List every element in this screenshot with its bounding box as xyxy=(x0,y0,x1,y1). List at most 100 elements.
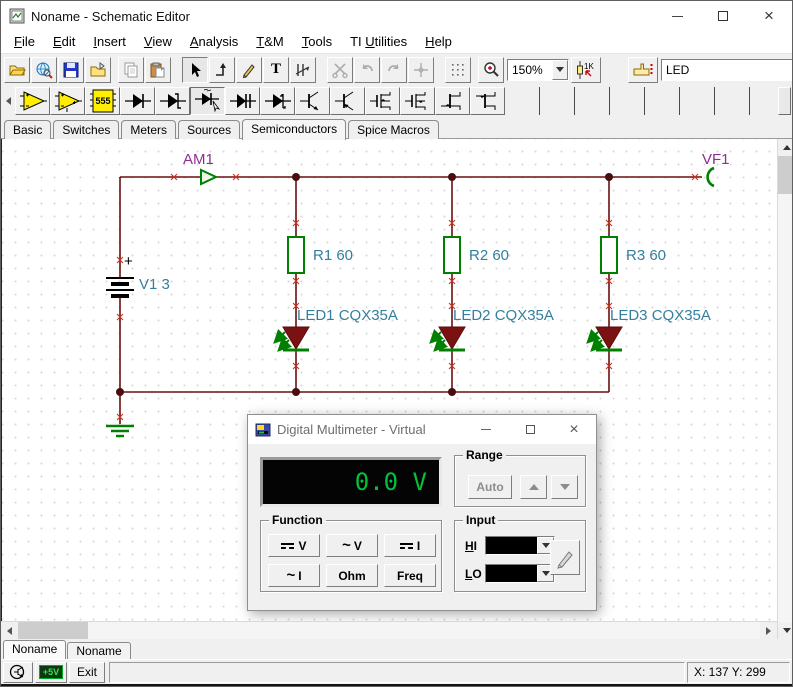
menu-view[interactable]: View xyxy=(135,31,181,53)
menu-insert[interactable]: Insert xyxy=(84,31,135,53)
ground-symbol[interactable] xyxy=(106,426,134,436)
pmos-button[interactable] xyxy=(400,87,435,115)
interactive-mode-button[interactable] xyxy=(628,57,658,83)
component-value-button[interactable]: 1K xyxy=(571,57,601,83)
range-down-button[interactable] xyxy=(551,475,578,499)
jfet-p-button[interactable] xyxy=(470,87,505,115)
menu-help[interactable]: Help xyxy=(416,31,461,53)
led-button[interactable] xyxy=(190,87,225,115)
select-tool-button[interactable] xyxy=(182,57,208,83)
resistor-r2[interactable] xyxy=(444,237,460,273)
doc-tab-noname-1[interactable]: Noname xyxy=(3,640,66,659)
tab-basic[interactable]: Basic xyxy=(4,120,51,139)
schottky-diode-button[interactable] xyxy=(260,87,295,115)
scroll-down-button[interactable] xyxy=(778,622,793,639)
vertical-scrollbar[interactable] xyxy=(777,139,793,639)
npn-transistor-button[interactable] xyxy=(295,87,330,115)
opamp-button[interactable] xyxy=(15,87,50,115)
ac-current-button[interactable]: ~ I xyxy=(268,564,320,587)
menu-tools[interactable]: Tools xyxy=(293,31,341,53)
crosshair-button[interactable] xyxy=(408,57,434,83)
vertical-scroll-track[interactable] xyxy=(778,194,793,622)
horizontal-scrollbar[interactable] xyxy=(1,621,777,639)
grid-toggle-button[interactable] xyxy=(445,57,471,83)
open-button[interactable] xyxy=(4,57,30,83)
nmos-button[interactable] xyxy=(365,87,400,115)
zoom-level-dropdown[interactable] xyxy=(552,60,568,80)
horizontal-scroll-track[interactable] xyxy=(88,622,760,639)
redo-button[interactable] xyxy=(381,57,407,83)
multimeter-title-bar[interactable]: Digital Multimeter - Virtual × xyxy=(248,415,596,444)
tab-semiconductors[interactable]: Semiconductors xyxy=(242,119,346,140)
wires[interactable] xyxy=(120,177,702,424)
ammeter-am1[interactable] xyxy=(201,170,216,184)
undo-button[interactable] xyxy=(354,57,380,83)
tab-sources[interactable]: Sources xyxy=(178,120,240,139)
battery-v1[interactable] xyxy=(106,278,134,296)
zoom-level-select[interactable]: 150% xyxy=(507,59,569,81)
voltage-probe-vf1[interactable] xyxy=(708,168,714,186)
input-hi-select[interactable] xyxy=(485,536,555,555)
tab-spice-macros[interactable]: Spice Macros xyxy=(348,120,439,139)
tab-meters[interactable]: Meters xyxy=(121,120,176,139)
menu-file[interactable]: File xyxy=(5,31,44,53)
menu-analysis[interactable]: Analysis xyxy=(181,31,247,53)
schematic-canvas[interactable]: + xyxy=(1,139,777,621)
minimize-button[interactable] xyxy=(654,1,700,31)
multimeter-close-button[interactable]: × xyxy=(552,415,596,444)
range-up-button[interactable] xyxy=(520,475,547,499)
scroll-left-button[interactable] xyxy=(1,622,18,639)
scroll-up-button[interactable] xyxy=(778,139,793,156)
scroll-right-button[interactable] xyxy=(760,622,777,639)
cut-button[interactable] xyxy=(327,57,353,83)
save-button[interactable] xyxy=(58,57,84,83)
open-recent-button[interactable] xyxy=(85,57,111,83)
input-lo-select[interactable] xyxy=(485,564,555,583)
timer-555-button[interactable]: 555 xyxy=(85,87,120,115)
jfet-n-button[interactable] xyxy=(435,87,470,115)
horizontal-scroll-thumb[interactable] xyxy=(18,622,88,639)
dc-current-button[interactable]: I xyxy=(384,534,436,557)
pnp-transistor-button[interactable] xyxy=(330,87,365,115)
vertical-scroll-thumb[interactable] xyxy=(778,156,793,194)
component-search-select[interactable]: LED xyxy=(661,59,793,81)
text-tool-button[interactable]: T xyxy=(263,57,289,83)
oscillator-status-button[interactable] xyxy=(3,662,33,683)
range-auto-button[interactable]: Auto xyxy=(468,475,512,499)
menu-ti-utilities[interactable]: TI Utilities xyxy=(341,31,416,53)
freq-button[interactable]: Freq xyxy=(384,564,436,587)
multimeter-dialog[interactable]: Digital Multimeter - Virtual × 0.0 V Ran… xyxy=(247,414,597,611)
zoom-button[interactable] xyxy=(478,57,504,83)
led-led1[interactable] xyxy=(276,327,309,350)
led-led2[interactable] xyxy=(432,327,465,350)
pencil-tool-button[interactable] xyxy=(236,57,262,83)
led-led3[interactable] xyxy=(589,327,622,350)
multimeter-maximize-button[interactable] xyxy=(508,415,552,444)
probe-button[interactable] xyxy=(550,540,580,575)
resistor-r1[interactable] xyxy=(288,237,304,273)
wire-tool-button[interactable] xyxy=(209,57,235,83)
close-button[interactable]: × xyxy=(746,1,792,31)
exit-button[interactable]: Exit xyxy=(69,662,105,683)
multimeter-minimize-button[interactable] xyxy=(464,415,508,444)
menu-tm[interactable]: T&M xyxy=(247,31,292,53)
dc-voltage-button[interactable]: V xyxy=(268,534,320,557)
copy-button[interactable] xyxy=(118,57,144,83)
varicap-button[interactable] xyxy=(225,87,260,115)
trim-tool-button[interactable] xyxy=(290,57,316,83)
zener-diode-button[interactable] xyxy=(155,87,190,115)
paste-button[interactable] xyxy=(145,57,171,83)
tab-switches[interactable]: Switches xyxy=(53,120,119,139)
power-status-button[interactable]: +5V xyxy=(35,662,67,683)
ohm-button[interactable]: Ohm xyxy=(326,564,378,587)
maximize-button[interactable] xyxy=(700,1,746,31)
palette-scroll-left[interactable] xyxy=(2,87,15,115)
doc-tab-noname-2[interactable]: Noname xyxy=(67,642,130,659)
comparator-button[interactable] xyxy=(50,87,85,115)
menu-edit[interactable]: Edit xyxy=(44,31,84,53)
diode-button[interactable] xyxy=(120,87,155,115)
palette-scroll-right[interactable] xyxy=(778,87,791,115)
resistor-r3[interactable] xyxy=(601,237,617,273)
open-web-button[interactable] xyxy=(31,57,57,83)
ac-voltage-button[interactable]: ~ V xyxy=(326,534,378,557)
